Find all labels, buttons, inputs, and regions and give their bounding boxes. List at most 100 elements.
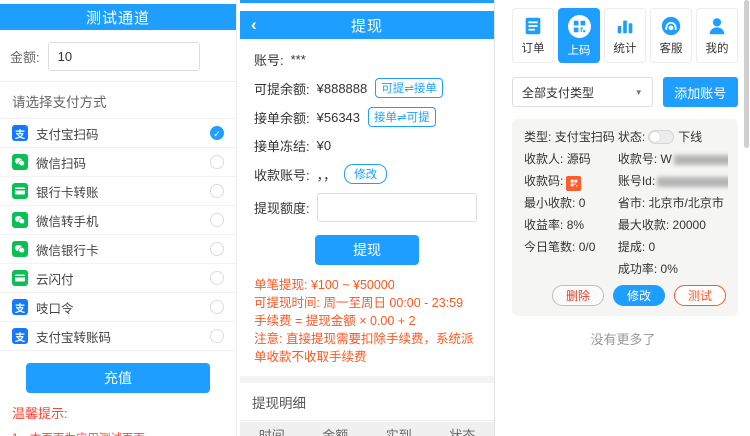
success-value: 0%	[661, 262, 678, 276]
payee-account-value: ，，	[317, 165, 337, 184]
payment-method-wechat-phone[interactable]: 微信转手机	[0, 206, 236, 235]
payment-method-wechat-bankcard[interactable]: 微信银行卡	[0, 235, 236, 264]
payee-label: 收款人:	[524, 152, 563, 166]
payment-method-zhi-password[interactable]: 支 吱口令	[0, 293, 236, 322]
payment-method-alipay-transfer-code[interactable]: 支 支付宝转账码	[0, 322, 236, 351]
amount-input[interactable]	[48, 42, 200, 71]
radio-selected-icon[interactable]: ✓	[210, 126, 224, 140]
modify-button[interactable]: 修改	[613, 285, 665, 306]
frozen-label: 接单冻结:	[254, 136, 310, 155]
account-commission: 提成: 0	[618, 238, 728, 257]
radio-icon[interactable]	[210, 213, 224, 227]
payment-method-label: 吱口令	[36, 298, 210, 317]
delete-button[interactable]: 删除	[552, 285, 604, 306]
radio-icon[interactable]	[210, 242, 224, 256]
withdraw-button[interactable]: 提现	[315, 235, 419, 265]
payment-method-wechat-qr[interactable]: 微信扫码	[0, 148, 236, 177]
number-value: W	[661, 152, 672, 166]
account-detail-grid: 类型: 支付宝扫码 状态:下线 收款人: 源码 收款号: W 收款码:	[524, 128, 728, 279]
modify-payee-button[interactable]: 修改	[344, 164, 387, 184]
caret-down-icon: ▼	[635, 88, 643, 97]
tab-label: 客服	[660, 40, 683, 56]
radio-icon[interactable]	[210, 155, 224, 169]
payment-type-select-value: 全部支付类型	[522, 84, 635, 101]
payment-code-icon[interactable]	[566, 176, 581, 191]
order-balance-row: 接单余额: ¥56343 接单⇌可提	[254, 107, 480, 127]
payment-method-unionpay[interactable]: 云闪付	[0, 264, 236, 293]
withdraw-notes: 单笔提现: ¥100 ~ ¥50000 可提现时间: 周一至周日 00:00 -…	[254, 276, 480, 366]
tip-line: 1、本页面为应用测试页面	[12, 430, 224, 436]
section-divider	[240, 376, 494, 383]
tab-label: 统计	[614, 40, 637, 56]
col-amount: 金额	[304, 425, 368, 436]
withdraw-detail-table-header: 时间 金额 实到 状态	[240, 422, 494, 436]
profile-icon	[706, 15, 728, 37]
alipay-icon: 支	[12, 299, 28, 315]
no-more-text: 没有更多了	[496, 316, 750, 361]
code-label: 收款码:	[524, 174, 563, 188]
payment-method-bank-transfer[interactable]: 银行卡转账	[0, 177, 236, 206]
quota-row: 提现额度:	[254, 193, 480, 222]
today-value: 0/0	[579, 240, 596, 254]
account-success-rate: 成功率: 0%	[618, 260, 728, 279]
account-max: 最大收款: 20000	[618, 216, 728, 235]
accounts-panel: 订单 上码 统计 客服 我的 全部支付类型 ▼	[496, 0, 750, 436]
payment-method-section-title: 请选择支付方式	[0, 82, 236, 119]
amount-label: 金额:	[10, 47, 40, 66]
redacted-value	[657, 177, 728, 187]
transfer-to-order-button[interactable]: 可提⇌接单	[375, 78, 443, 98]
withdraw-panel: ‹ 提现 账号: *** 可提余额: ¥888888 可提⇌接单 接单余额: ¥…	[240, 0, 494, 436]
recharge-button[interactable]: 充值	[26, 363, 210, 393]
rate-label: 收益率:	[524, 218, 563, 232]
rate-value: 8%	[567, 218, 584, 232]
app-window: 测试通道 金额: 请选择支付方式 支 支付宝扫码 ✓ 微信扫码	[0, 0, 750, 436]
transfer-to-withdraw-button[interactable]: 接单⇌可提	[368, 107, 436, 127]
account-row: 账号: ***	[254, 50, 480, 69]
note-line: 手续费 = 提现金额 × 0.00 + 2	[254, 312, 480, 330]
frozen-value: ¥0	[317, 138, 331, 153]
payment-type-select[interactable]: 全部支付类型 ▼	[512, 77, 653, 107]
radio-icon[interactable]	[210, 184, 224, 198]
type-label: 类型:	[524, 130, 551, 144]
tab-profile[interactable]: 我的	[696, 8, 738, 63]
col-time: 时间	[240, 425, 304, 436]
test-button[interactable]: 测试	[674, 285, 726, 306]
status-toggle[interactable]	[648, 130, 674, 144]
account-label: 账号:	[254, 50, 284, 69]
tab-orders[interactable]: 订单	[512, 8, 554, 63]
col-status: 状态	[431, 425, 495, 436]
account-rate: 收益率: 8%	[524, 216, 618, 235]
payee-value: 源码	[567, 152, 591, 166]
tab-support[interactable]: 客服	[650, 8, 692, 63]
stats-icon	[614, 15, 636, 37]
min-value: 0	[579, 196, 586, 210]
scrollbar-thumb[interactable]	[744, 0, 749, 148]
payment-method-label: 微信转手机	[36, 211, 210, 230]
wechat-icon	[12, 212, 28, 228]
payment-method-label: 微信银行卡	[36, 240, 210, 259]
frozen-row: 接单冻结: ¥0	[254, 136, 480, 155]
withdrawable-row: 可提余额: ¥888888 可提⇌接单	[254, 78, 480, 98]
account-status: 状态:下线	[618, 128, 728, 147]
radio-icon[interactable]	[210, 271, 224, 285]
tab-upload-code[interactable]: 上码	[558, 8, 600, 63]
tab-label: 订单	[522, 40, 545, 56]
account-type: 类型: 支付宝扫码	[524, 128, 618, 147]
col-received: 实到	[367, 425, 431, 436]
withdraw-amount-input[interactable]	[317, 193, 477, 222]
back-icon[interactable]: ‹	[251, 11, 258, 39]
note-line: 单笔提现: ¥100 ~ ¥50000	[254, 276, 480, 294]
payment-method-list: 支 支付宝扫码 ✓ 微信扫码 银行卡转账	[0, 119, 236, 351]
alipay-icon: 支	[12, 328, 28, 344]
account-actions: 删除 修改 测试	[524, 285, 728, 306]
tab-statistics[interactable]: 统计	[604, 8, 646, 63]
radio-icon[interactable]	[210, 300, 224, 314]
add-account-button[interactable]: 添加账号	[663, 77, 738, 107]
withdrawable-value: ¥888888	[317, 81, 368, 96]
radio-icon[interactable]	[210, 329, 224, 343]
account-card: 类型: 支付宝扫码 状态:下线 收款人: 源码 收款号: W 收款码:	[512, 119, 738, 316]
payment-method-label: 微信扫码	[36, 153, 210, 172]
payment-method-alipay-qr[interactable]: 支 支付宝扫码 ✓	[0, 119, 236, 148]
commission-label: 提成:	[618, 240, 645, 254]
withdraw-header: ‹ 提现	[240, 11, 494, 39]
